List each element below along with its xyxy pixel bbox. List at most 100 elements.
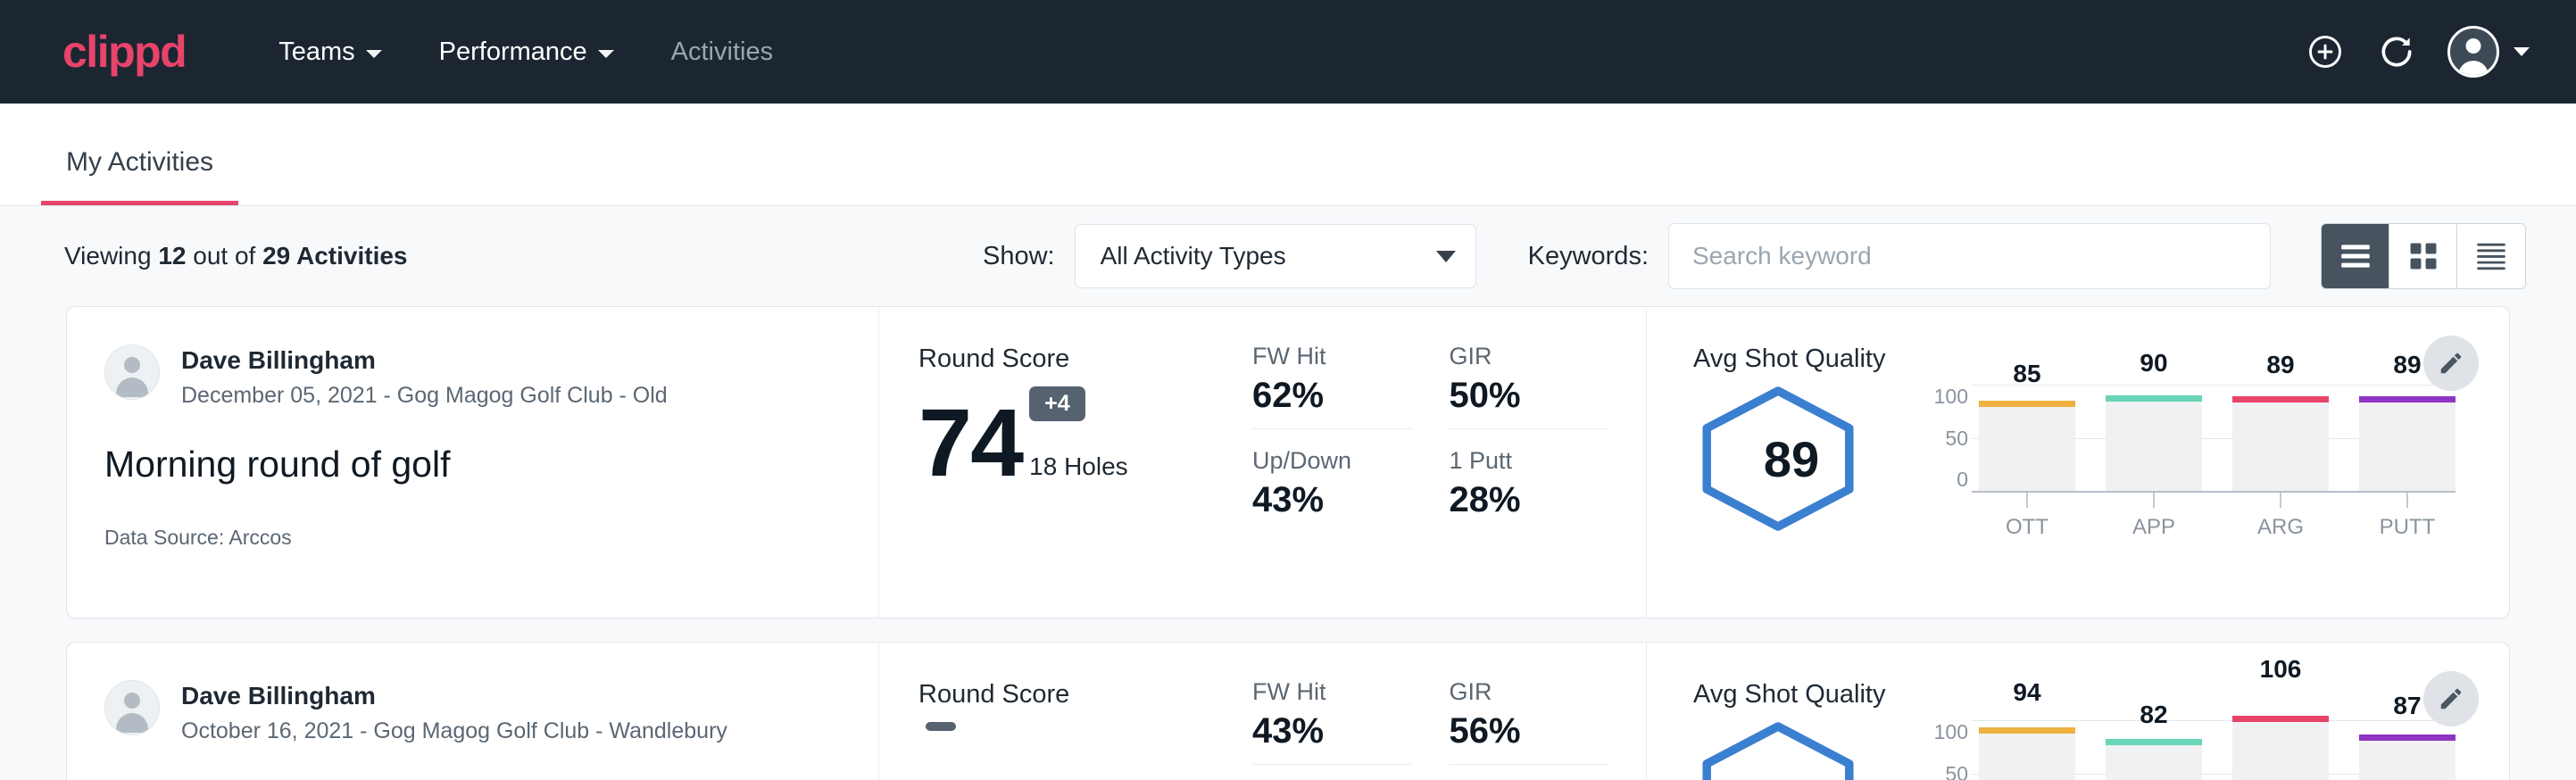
shot-quality-chart: 100 50 0 94 — [1925, 715, 2456, 780]
viewing-prefix: Viewing — [64, 242, 158, 270]
activity-meta: December 05, 2021 - Gog Magog Golf Club … — [181, 383, 668, 409]
bar-fill — [1979, 407, 2075, 492]
avatar-head — [2466, 38, 2481, 54]
x-tick-putt: PUTT — [2359, 492, 2456, 540]
bar-putt: 89 — [2359, 396, 2456, 492]
activity-meta: October 16, 2021 - Gog Magog Golf Club -… — [181, 718, 727, 744]
chart-y-axis: 100 50 0 — [1925, 720, 1979, 780]
viewing-total: 29 Activities — [262, 242, 407, 270]
viewing-middle: out of — [186, 242, 262, 270]
tab-my-activities[interactable]: My Activities — [41, 147, 238, 205]
y-tick: 50 — [1945, 762, 1968, 780]
stat-label: Up/Down — [1252, 447, 1423, 475]
bar-ott: 94 — [1979, 727, 2075, 780]
stat-value: 62% — [1252, 376, 1412, 416]
x-tick-ott: OTT — [1979, 492, 2075, 540]
chevron-down-icon — [598, 50, 614, 58]
compact-view-icon — [2474, 242, 2508, 270]
bar-fill — [2106, 402, 2202, 492]
avg-shot-quality-body: 100 50 0 94 — [1693, 715, 2509, 780]
chevron-down-icon — [1436, 251, 1456, 262]
view-mode-toggle — [2321, 223, 2526, 289]
bar-value: 106 — [2232, 655, 2329, 684]
activity-summary: Dave Billingham October 16, 2021 - Gog M… — [67, 643, 879, 780]
avatar — [104, 344, 160, 400]
quality-hexagon — [1693, 715, 1890, 780]
round-score-value-row: 74 +4 18 Holes — [918, 386, 1236, 486]
keywords-label: Keywords: — [1528, 242, 1649, 271]
bar-value: 90 — [2106, 349, 2202, 378]
activity-card[interactable]: Dave Billingham December 05, 2021 - Gog … — [66, 306, 2510, 618]
activity-card[interactable]: Dave Billingham October 16, 2021 - Gog M… — [66, 642, 2510, 780]
bar-value: 82 — [2106, 701, 2202, 729]
x-tick-label: ARG — [2257, 515, 2304, 540]
y-tick: 100 — [1934, 385, 1968, 409]
bar-fill — [2232, 402, 2329, 492]
bar-fill — [2106, 745, 2202, 780]
refresh-icon[interactable] — [2376, 31, 2417, 72]
activity-summary: Dave Billingham December 05, 2021 - Gog … — [67, 307, 879, 618]
tick-stem — [2406, 492, 2408, 508]
bar-fill — [2359, 402, 2456, 492]
bar-fill — [2232, 722, 2329, 780]
stat-label: FW Hit — [1252, 343, 1412, 370]
plus-circle-icon[interactable] — [2305, 31, 2346, 72]
stat-value: 56% — [1450, 711, 1609, 751]
grid-view-icon — [2408, 241, 2439, 271]
avg-shot-quality-body: 89 100 50 0 — [1693, 379, 2509, 540]
chart-plot-area: 85 90 — [1979, 385, 2456, 540]
avatar-head — [124, 693, 140, 709]
bar-arg: 106 — [2232, 716, 2329, 780]
round-score-label: Round Score — [918, 680, 1236, 709]
round-score-value-row — [918, 722, 1236, 780]
quality-score: 89 — [1693, 379, 1890, 539]
search-input[interactable] — [1668, 223, 2271, 289]
activity-title: Morning round of golf — [104, 443, 878, 486]
bar-app: 90 — [2106, 395, 2202, 492]
y-tick: 0 — [1957, 468, 1968, 492]
bar-app: 82 — [2106, 739, 2202, 780]
tick-stem — [2026, 492, 2028, 508]
round-score-section: Round Score 74 +4 18 Holes — [879, 307, 1236, 618]
user-name: Dave Billingham — [181, 344, 668, 376]
stat-label: GIR — [1450, 343, 1609, 370]
list-view-button[interactable] — [2322, 224, 2389, 288]
activity-type-select[interactable]: All Activity Types — [1075, 224, 1476, 288]
stat-gir: GIR 56% — [1450, 678, 1609, 765]
bar-cap — [2232, 396, 2329, 402]
avatar-body — [116, 378, 148, 397]
avatar — [2447, 26, 2499, 78]
nav-item-performance-label: Performance — [439, 37, 587, 67]
stat-one-putt: 1 Putt — [1450, 765, 1647, 780]
filter-controls: Show: All Activity Types Keywords: — [983, 223, 2526, 289]
score-badge-holder: +4 18 Holes — [1029, 386, 1128, 486]
holes-count: 18 Holes — [1029, 452, 1128, 486]
nav-item-activities-label: Activities — [671, 37, 773, 67]
user-name: Dave Billingham — [181, 680, 727, 711]
app-logo[interactable]: clippd — [62, 29, 186, 74]
stat-label: 1 Putt — [1450, 447, 1620, 475]
bar-cap — [2106, 739, 2202, 745]
score-to-par-badge — [926, 722, 956, 731]
avatar-body — [2458, 61, 2489, 78]
bar-arg: 89 — [2232, 396, 2329, 492]
nav-item-performance[interactable]: Performance — [411, 27, 643, 78]
nav-item-teams[interactable]: Teams — [250, 27, 410, 78]
bar-cap — [1979, 727, 2075, 734]
nav-actions — [2305, 26, 2530, 78]
chart-y-axis: 100 50 0 — [1925, 385, 1979, 492]
score-to-par-badge: +4 — [1029, 386, 1085, 421]
bar-value: 85 — [1979, 360, 2075, 388]
stat-label: FW Hit — [1252, 678, 1412, 706]
grid-view-button[interactable] — [2389, 224, 2457, 288]
axis-line — [1972, 491, 2456, 493]
tick-stem — [2280, 492, 2281, 508]
avatar — [104, 680, 160, 735]
activity-user: Dave Billingham December 05, 2021 - Gog … — [104, 344, 878, 409]
x-tick-label: APP — [2132, 515, 2175, 540]
bar-cap — [2359, 396, 2456, 402]
chart-bars: 94 82 — [1979, 720, 2456, 780]
account-menu[interactable] — [2447, 26, 2530, 78]
compact-view-button[interactable] — [2457, 224, 2525, 288]
nav-item-activities[interactable]: Activities — [643, 27, 802, 78]
